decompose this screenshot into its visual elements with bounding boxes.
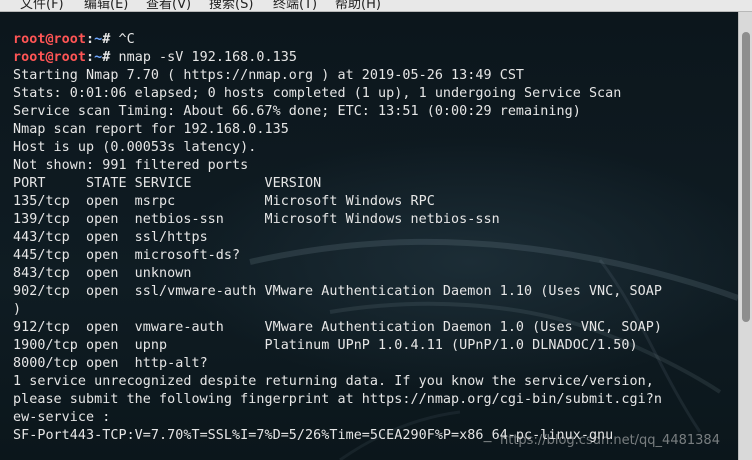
prompt-line: root@root:~# nmap -sV 192.168.0.135	[13, 49, 662, 67]
output-line: Not shown: 991 filtered ports	[13, 158, 249, 173]
command-text: nmap -sV 192.168.0.135	[110, 50, 297, 65]
terminal-output[interactable]: root@root:~# ^C root@root:~# nmap -sV 192…	[0, 12, 738, 460]
output-line: 135/tcp open msrpc Microsoft Windows RPC	[13, 194, 435, 209]
menu-view[interactable]: 查看(V)	[146, 0, 191, 11]
prompt-user: root@root	[13, 32, 87, 47]
vertical-scrollbar[interactable]	[738, 12, 752, 460]
output-line: 445/tcp open microsoft-ds?	[13, 248, 241, 263]
terminal-lines: root@root:~# ^C root@root:~# nmap -sV 192…	[13, 31, 662, 445]
output-line: 912/tcp open vmware-auth VMware Authenti…	[13, 320, 662, 335]
command-text: ^C	[110, 32, 135, 47]
output-line: 1 service unrecognized despite returning…	[13, 374, 654, 389]
output-line: Service scan Timing: About 66.67% done; …	[13, 104, 581, 119]
menu-terminal[interactable]: 终端(T)	[273, 0, 317, 11]
output-line: PORT STATE SERVICE VERSION	[13, 176, 322, 191]
prompt-user: root@root	[13, 50, 87, 65]
output-line: Host is up (0.00053s latency).	[13, 140, 257, 155]
menu-search[interactable]: 搜索(S)	[209, 0, 253, 11]
output-line: please submit the following fingerprint …	[13, 392, 662, 407]
output-line: Nmap scan report for 192.168.0.135	[13, 122, 289, 137]
menu-help[interactable]: 帮助(H)	[335, 0, 381, 11]
output-line: 8000/tcp open http-alt?	[13, 356, 208, 371]
menu-edit[interactable]: 编辑(E)	[84, 0, 128, 11]
output-line: ew-service :	[13, 410, 111, 425]
watermark: https://blog.csdn.net/qq_4481384	[500, 433, 720, 448]
output-line: 902/tcp open ssl/vmware-auth VMware Auth…	[13, 284, 662, 299]
output-line: 843/tcp open unknown	[13, 266, 192, 281]
prompt-line: root@root:~# ^C	[13, 31, 662, 49]
scrollbar-thumb[interactable]	[742, 32, 750, 322]
prompt-colon: :	[86, 50, 95, 65]
output-line: Stats: 0:01:06 elapsed; 0 hosts complete…	[13, 86, 622, 101]
output-line: Starting Nmap 7.70 ( https://nmap.org ) …	[13, 68, 525, 83]
output-line: 443/tcp open ssl/https	[13, 230, 208, 245]
menu-bar: 文件(F) 编辑(E) 查看(V) 搜索(S) 终端(T) 帮助(H)	[0, 0, 752, 12]
prompt-colon: :	[86, 32, 95, 47]
output-line: 139/tcp open netbios-ssn Microsoft Windo…	[13, 212, 500, 227]
menu-file[interactable]: 文件(F)	[20, 0, 64, 11]
output-line: )	[13, 302, 22, 317]
output-line: 1900/tcp open upnp Platinum UPnP 1.0.4.1…	[13, 338, 638, 353]
